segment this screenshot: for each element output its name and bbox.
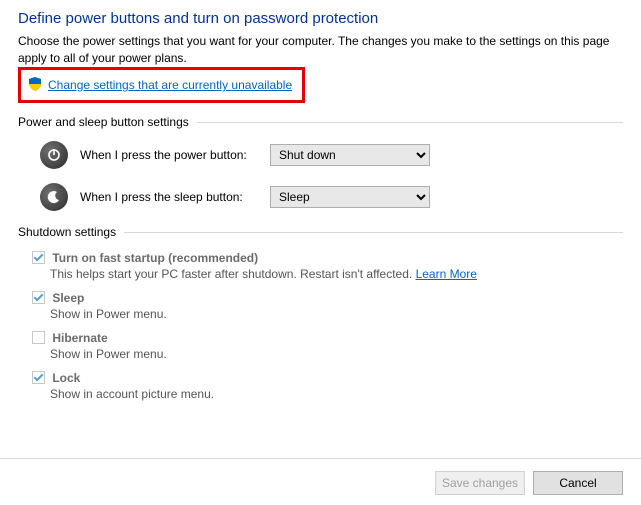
sleep-button-select[interactable]: Sleep xyxy=(270,186,430,208)
page-title: Define power buttons and turn on passwor… xyxy=(18,10,623,27)
power-button-label: When I press the power button: xyxy=(80,148,270,162)
shield-icon xyxy=(27,76,43,95)
hibernate-desc: Show in Power menu. xyxy=(50,347,623,361)
change-settings-link[interactable]: Change settings that are currently unava… xyxy=(48,78,292,92)
page-description: Choose the power settings that you want … xyxy=(18,33,623,67)
power-icon xyxy=(40,141,68,169)
fast-startup-desc: This helps start your PC faster after sh… xyxy=(50,267,623,281)
hibernate-label: Hibernate xyxy=(52,331,107,345)
hibernate-checkbox xyxy=(32,331,45,344)
section-power-sleep: Power and sleep button settings xyxy=(18,115,623,129)
sleep-icon xyxy=(40,183,68,211)
sleep-opt-desc: Show in Power menu. xyxy=(50,307,623,321)
sleep-checkbox xyxy=(32,291,45,304)
lock-label: Lock xyxy=(52,371,80,385)
save-button: Save changes xyxy=(435,471,525,495)
fast-startup-label: Turn on fast startup (recommended) xyxy=(52,251,258,265)
learn-more-link[interactable]: Learn More xyxy=(416,267,477,281)
section-shutdown: Shutdown settings xyxy=(18,225,623,239)
cancel-button[interactable]: Cancel xyxy=(533,471,623,495)
footer: Save changes Cancel xyxy=(0,458,641,495)
lock-checkbox xyxy=(32,371,45,384)
highlight-annotation: Change settings that are currently unava… xyxy=(18,67,305,103)
power-button-select[interactable]: Shut down xyxy=(270,144,430,166)
fast-startup-checkbox xyxy=(32,251,45,264)
sleep-opt-label: Sleep xyxy=(52,291,84,305)
sleep-button-label: When I press the sleep button: xyxy=(80,190,270,204)
lock-desc: Show in account picture menu. xyxy=(50,387,623,401)
